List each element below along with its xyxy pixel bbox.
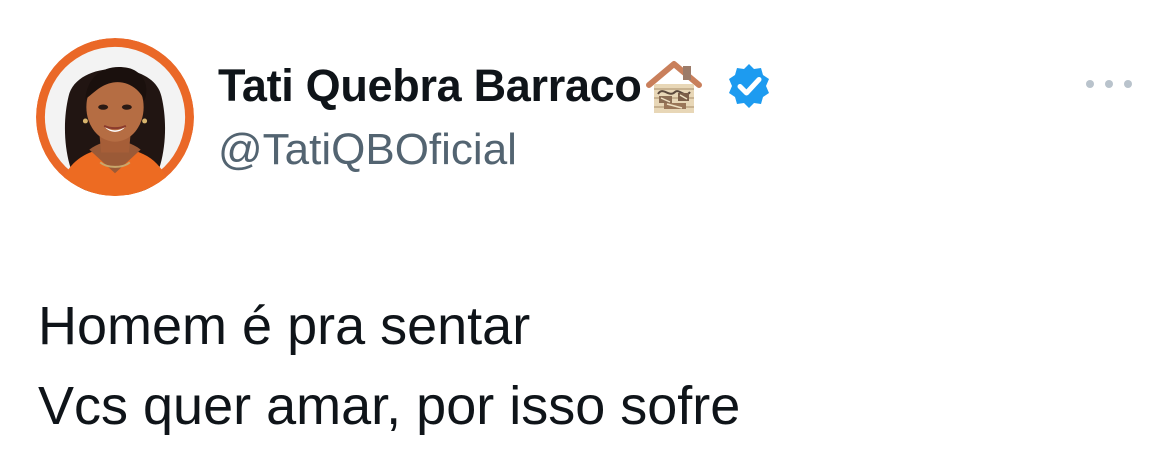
user-handle[interactable]: @TatiQBOficial bbox=[218, 125, 517, 175]
avatar[interactable] bbox=[36, 38, 194, 196]
house-with-damage-icon bbox=[644, 56, 704, 116]
display-name[interactable]: Tati Quebra Barraco bbox=[218, 60, 642, 112]
more-dot-2 bbox=[1105, 80, 1113, 88]
verified-badge-icon[interactable] bbox=[726, 63, 772, 109]
more-options-icon[interactable] bbox=[1086, 72, 1132, 96]
more-dot-3 bbox=[1124, 80, 1132, 88]
tweet-text-line-1: Homem é pra sentar bbox=[38, 296, 531, 356]
tweet-card: Tati Quebra Barraco @TatiQBOficial Homem… bbox=[0, 0, 1170, 468]
avatar-photo bbox=[36, 38, 194, 196]
tweet-text: Homem é pra sentar Vcs quer amar, por is… bbox=[38, 286, 740, 446]
more-dot-1 bbox=[1086, 80, 1094, 88]
display-name-row: Tati Quebra Barraco bbox=[218, 56, 772, 116]
tweet-text-line-2: Vcs quer amar, por isso sofre bbox=[38, 376, 741, 436]
